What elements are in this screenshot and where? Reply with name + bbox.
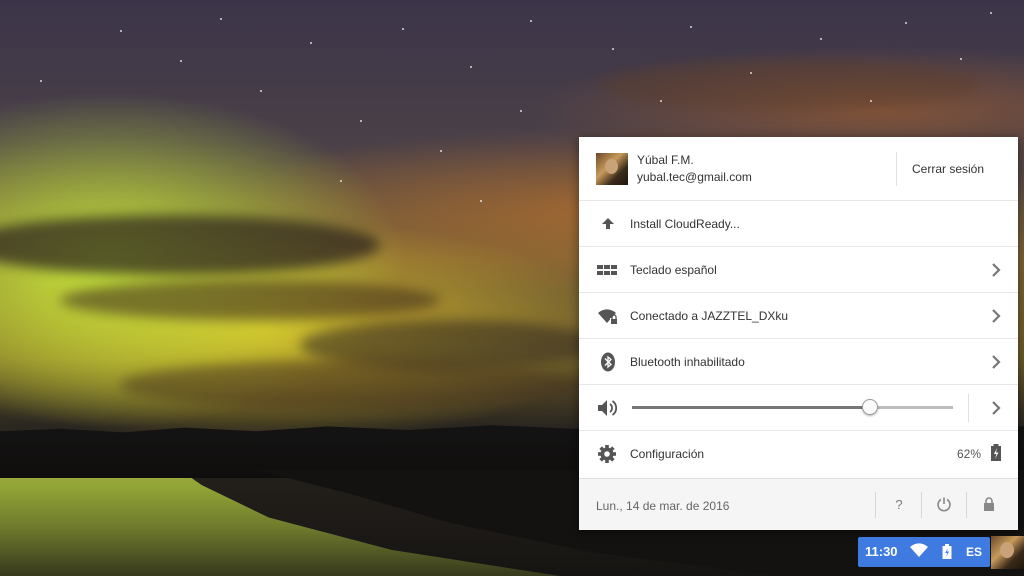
bluetooth-icon: [597, 352, 619, 372]
power-button[interactable]: [922, 492, 966, 518]
battery-icon: [990, 443, 1002, 463]
user-avatar: [596, 153, 628, 185]
date-label: Lun., 14 de mar. de 2016: [596, 499, 730, 513]
wallpaper-cloud: [600, 60, 980, 110]
gear-icon: [597, 444, 619, 464]
shelf-status-area[interactable]: 11:30 ES: [858, 537, 990, 567]
bluetooth-label: Bluetooth inhabilitado: [630, 355, 745, 369]
network-label: Conectado a JAZZTEL_DXku: [630, 309, 789, 323]
network-item[interactable]: Conectado a JAZZTEL_DXku: [579, 293, 1018, 339]
system-tray-menu: Yúbal F.M. yubal.tec@gmail.com Cerrar se…: [579, 137, 1018, 530]
wifi-lock-icon: [597, 306, 619, 326]
chevron-right-icon: [989, 307, 1003, 325]
volume-slider-fill: [632, 406, 870, 409]
user-name: Yúbal F.M.: [637, 153, 694, 167]
user-card: Yúbal F.M. yubal.tec@gmail.com Cerrar se…: [579, 137, 1018, 201]
volume-slider-thumb[interactable]: [862, 399, 878, 415]
wallpaper-cloud: [0, 215, 380, 275]
install-cloudready-item[interactable]: Install CloudReady...: [579, 201, 1018, 247]
bluetooth-item[interactable]: Bluetooth inhabilitado: [579, 339, 1018, 385]
wallpaper-cloud: [60, 280, 440, 320]
audio-settings-chevron-icon[interactable]: [989, 399, 1003, 417]
upload-arrow-icon: [597, 214, 619, 234]
settings-label: Configuración: [630, 447, 705, 461]
tray-footer: Lun., 14 de mar. de 2016 ?: [579, 478, 1018, 530]
chevron-right-icon: [989, 353, 1003, 371]
user-row-divider: [896, 152, 897, 186]
input-method-indicator: ES: [966, 545, 983, 559]
sign-out-button[interactable]: Cerrar sesión: [912, 162, 984, 176]
keyboard-icon: [597, 260, 619, 280]
volume-row: [579, 385, 1018, 431]
keyboard-item[interactable]: Teclado español: [579, 247, 1018, 293]
lock-icon: [984, 497, 994, 511]
wifi-icon: [910, 543, 928, 563]
wallpaper-cloud: [120, 360, 580, 410]
help-button[interactable]: ?: [877, 492, 921, 518]
power-icon: [937, 497, 951, 512]
footer-divider: [875, 492, 876, 518]
install-cloudready-label: Install CloudReady...: [630, 217, 740, 231]
help-icon: ?: [895, 497, 903, 512]
user-email: yubal.tec@gmail.com: [637, 170, 752, 184]
speaker-icon[interactable]: [597, 398, 619, 418]
keyboard-label: Teclado español: [630, 263, 717, 277]
clock: 11:30: [865, 544, 898, 559]
chevron-right-icon: [989, 261, 1003, 279]
lock-button[interactable]: [967, 492, 1011, 518]
volume-slider[interactable]: [632, 399, 953, 415]
settings-item[interactable]: Configuración 62%: [579, 431, 1018, 478]
shelf-user-avatar[interactable]: [991, 536, 1024, 569]
volume-divider: [968, 394, 969, 422]
battery-percentage: 62%: [957, 447, 982, 461]
battery-icon: [942, 544, 952, 565]
